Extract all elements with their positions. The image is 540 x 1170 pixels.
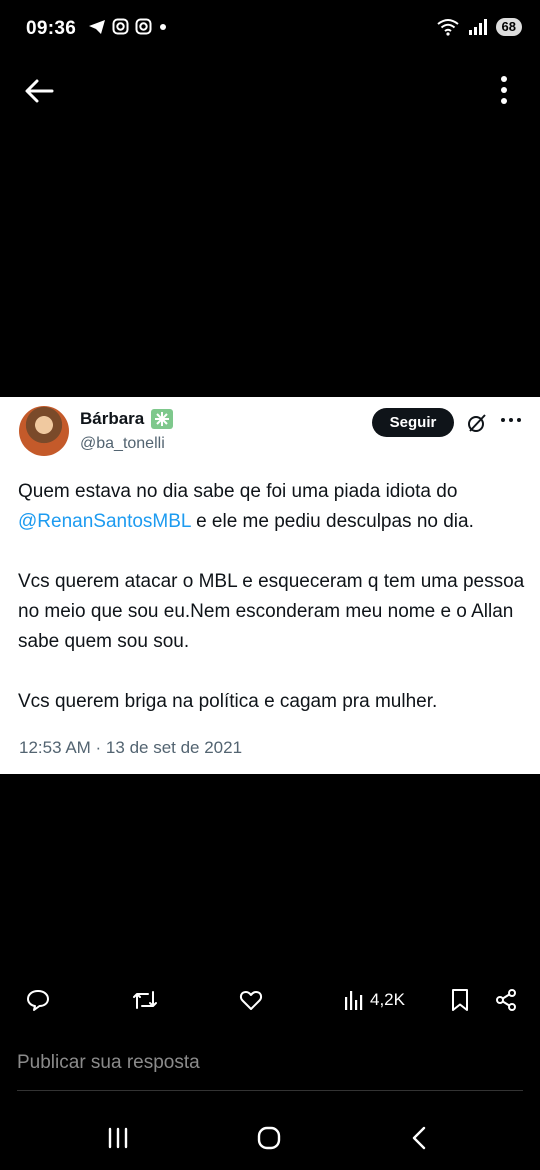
reply-input[interactable]: Publicar sua resposta [17,1052,523,1091]
badge-icon [151,409,173,429]
recent-apps-icon[interactable] [102,1122,134,1154]
follow-button: Seguir [372,408,454,437]
bookmark-button[interactable] [449,982,471,1018]
dot-icon [160,23,166,30]
tweet-image[interactable]: Bárbara @ba_tonelli Seguir Quem estava n… [0,397,540,774]
mention-link: @RenanSantosMBL [18,511,191,532]
retweet-button[interactable] [132,982,158,1018]
views-count: 4,2K [370,990,405,1009]
signal-icon [468,19,487,35]
arrow-left-icon[interactable] [22,74,56,108]
home-icon[interactable] [253,1122,285,1154]
tweet-paragraph-3: Vcs querem briga na política e cagam pra… [18,691,438,712]
top-bar [0,62,540,118]
more-horizontal-icon [501,418,521,422]
battery-indicator: 68 [495,18,522,36]
tweet-paragraph-2: Vcs querem atacar o MBL e esqueceram q t… [18,571,525,652]
share-icon [496,989,516,1011]
more-vertical-icon[interactable] [494,74,514,108]
views-icon [345,991,363,1010]
views-button[interactable]: 4,2K [344,982,405,1018]
tweet-text-part: Quem estava no dia sabe qe foi uma piada… [18,481,458,502]
status-bar: 09:36 68 [0,0,540,58]
instagram-icon [135,18,152,35]
system-nav-bar [0,1118,540,1158]
author-name: Bárbara [80,409,145,428]
action-bar: 4,2K [0,982,540,1018]
reply-icon [27,990,49,1011]
grok-icon [468,414,486,432]
status-time: 09:36 [26,18,77,39]
share-button[interactable] [494,982,518,1018]
heart-icon [239,991,263,1010]
tweet-timestamp: 12:53 AM · 13 de set de 2021 [19,738,243,757]
retweet-icon [133,991,157,1009]
wifi-icon [436,19,459,36]
reply-button[interactable] [26,982,50,1018]
avatar [19,406,69,456]
like-button[interactable] [239,982,263,1018]
bookmark-icon [452,989,468,1011]
author-handle: @ba_tonelli [80,435,165,452]
status-right: 68 [436,18,522,36]
back-nav-icon[interactable] [404,1122,436,1154]
telegram-icon [89,19,105,34]
tweet-text-part: e ele me pediu desculpas no dia. [190,511,474,532]
instagram-icon [112,18,129,35]
tweet-paragraph-1: Quem estava no dia sabe qe foi uma piada… [18,477,528,537]
notification-icons [88,18,168,35]
tweet-text: Quem estava no dia sabe qe foi uma piada… [18,477,528,747]
